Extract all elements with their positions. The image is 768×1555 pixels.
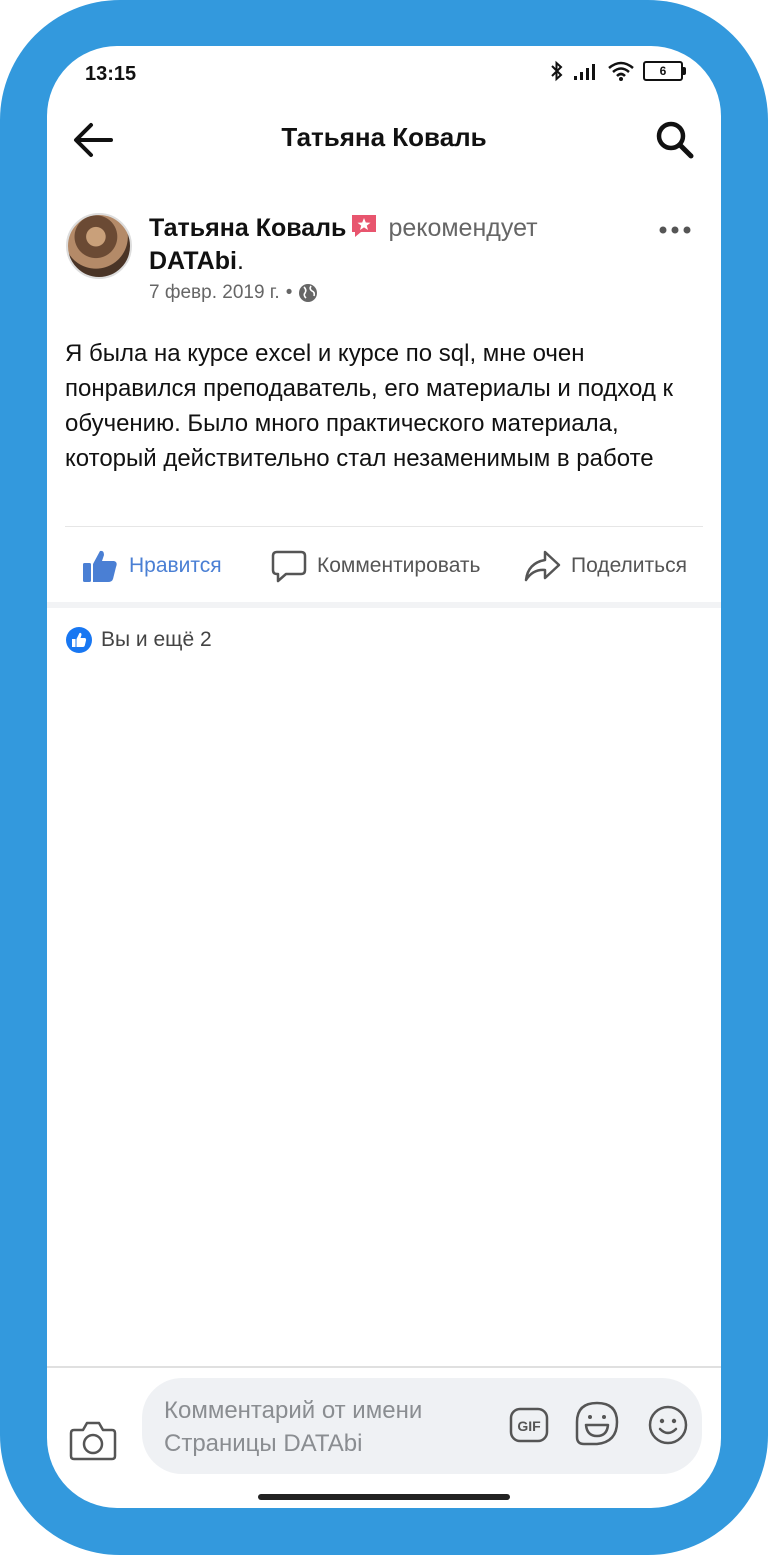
battery-icon: 6 xyxy=(643,61,686,81)
search-button[interactable] xyxy=(653,118,697,162)
composer-border xyxy=(47,1366,721,1368)
more-dots-icon xyxy=(659,226,691,234)
globe-icon xyxy=(299,284,318,302)
comment-box: GIF xyxy=(142,1378,702,1474)
post-page-suffix: . xyxy=(236,247,244,275)
more-options-button[interactable] xyxy=(657,218,693,242)
reactions-summary[interactable]: Вы и ещё 2 xyxy=(65,626,212,654)
comment-label: Комментировать xyxy=(317,554,481,577)
smiley-icon xyxy=(648,1405,688,1445)
header: Татьяна Коваль xyxy=(47,102,721,172)
gif-label: GIF xyxy=(517,1418,541,1434)
page-title: Татьяна Коваль xyxy=(281,122,487,152)
status-bar: 13:15 6 xyxy=(47,46,721,102)
like-button[interactable]: Нравится xyxy=(81,536,222,596)
share-arrow-icon xyxy=(524,550,561,582)
status-icons: 6 xyxy=(549,60,686,82)
signal-icon xyxy=(574,64,595,80)
status-time: 13:15 xyxy=(85,63,137,85)
post-author[interactable]: Татьяна Коваль xyxy=(149,214,346,242)
section-separator xyxy=(47,602,721,608)
share-label: Поделиться xyxy=(571,554,687,577)
gif-button[interactable]: GIF xyxy=(509,1405,549,1445)
post-text: Я была на курсе excel и курсе по sql, мн… xyxy=(65,340,674,472)
emoji-button[interactable] xyxy=(647,1404,689,1446)
bluetooth-icon xyxy=(551,60,563,82)
camera-icon xyxy=(69,1421,117,1461)
post-header: Татьяна Коваль рекомендует DATAbi. xyxy=(149,212,629,278)
avatar[interactable] xyxy=(66,213,132,279)
post-page-link[interactable]: DATAbi xyxy=(149,247,237,275)
home-indicator[interactable] xyxy=(258,1494,510,1500)
reactions-text: Вы и ещё 2 xyxy=(101,628,212,651)
wifi-icon xyxy=(608,61,634,81)
sticker-icon xyxy=(575,1401,619,1446)
gif-icon: GIF xyxy=(509,1407,549,1443)
like-badge-icon xyxy=(66,627,92,653)
sticker-button[interactable] xyxy=(574,1400,620,1448)
meta-separator: • xyxy=(285,282,293,303)
post-meta: 7 февр. 2019 г. • xyxy=(149,282,318,304)
screen: 13:15 6 Татьяна Коваль Татьяна Коваль ре… xyxy=(47,46,721,1508)
comment-bubble-icon xyxy=(271,550,307,583)
recommend-badge-icon xyxy=(352,215,377,237)
post-date[interactable]: 7 февр. 2019 г. xyxy=(149,282,280,304)
comment-button[interactable]: Комментировать xyxy=(271,536,480,596)
divider xyxy=(65,526,703,527)
thumbs-up-icon xyxy=(83,550,117,582)
post-action: рекомендует xyxy=(388,214,538,242)
search-icon xyxy=(656,121,694,159)
like-label: Нравится xyxy=(129,554,222,577)
camera-button[interactable] xyxy=(69,1418,117,1462)
share-button[interactable]: Поделиться xyxy=(523,536,687,596)
post-actions: Нравится Комментировать Поделиться xyxy=(47,536,721,600)
comment-input[interactable] xyxy=(162,1392,496,1464)
